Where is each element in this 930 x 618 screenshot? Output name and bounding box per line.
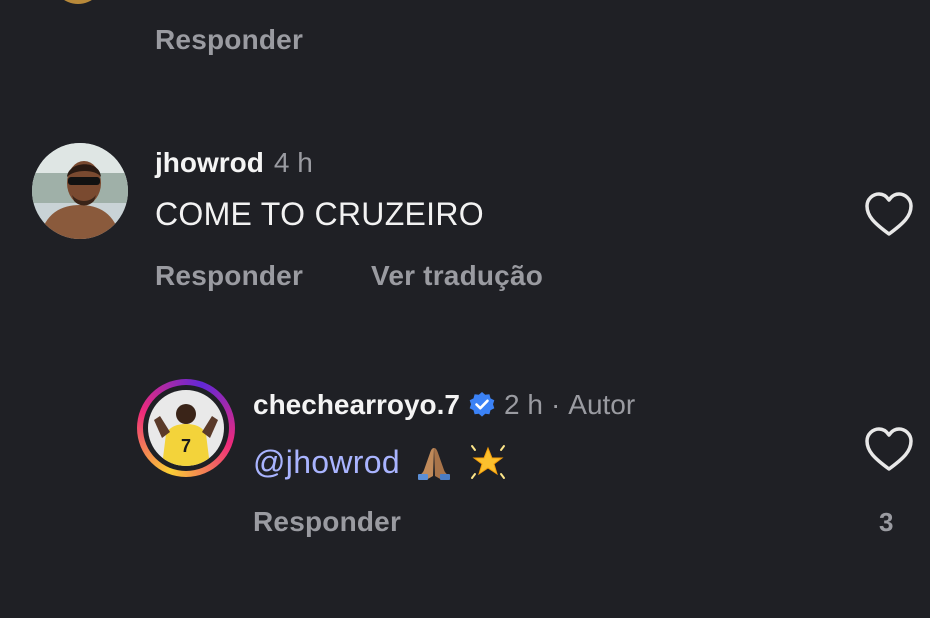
- like-heart-icon-comment-1[interactable]: [864, 192, 914, 238]
- profile-photo-icon: [32, 143, 128, 239]
- avatar-jhowrod[interactable]: [32, 143, 128, 239]
- like-heart-icon-reply-1[interactable]: [864, 427, 914, 473]
- comment-time: 4 h: [273, 147, 313, 178]
- avatar-previous-comment[interactable]: [52, 0, 104, 4]
- author-label: Autor: [568, 389, 636, 420]
- verified-badge-icon: [469, 392, 495, 417]
- profile-photo-icon: 7: [148, 390, 224, 466]
- reply-time: 2 h: [504, 389, 543, 420]
- see-translation-button[interactable]: Ver tradução: [371, 262, 543, 290]
- username-chechearroyo[interactable]: chechearroyo.7: [253, 391, 460, 419]
- username-jhowrod[interactable]: jhowrod: [155, 149, 264, 177]
- reply-button-jhowrod[interactable]: Responder: [155, 262, 303, 290]
- avatar-chechearroyo[interactable]: 7: [137, 379, 235, 477]
- folded-hands-emoji: [417, 448, 450, 480]
- reply-button-previous[interactable]: Responder: [155, 26, 303, 54]
- like-count: 3: [879, 507, 894, 537]
- separator-dot: ·: [550, 389, 561, 420]
- glowing-star-emoji: [470, 445, 505, 479]
- comment-text-jhowrod: COME TO CRUZEIRO: [155, 196, 484, 232]
- reply-text-chechearroyo: @jhowrod: [253, 442, 508, 482]
- reply-button-chechearroyo[interactable]: Responder: [253, 508, 401, 536]
- comment-header-jhowrod: jhowrod 4 h: [155, 149, 313, 177]
- mention-link[interactable]: @jhowrod: [253, 446, 400, 478]
- reply-header-chechearroyo: chechearroyo.7 2 h · Autor: [253, 391, 635, 419]
- svg-text:7: 7: [181, 436, 191, 456]
